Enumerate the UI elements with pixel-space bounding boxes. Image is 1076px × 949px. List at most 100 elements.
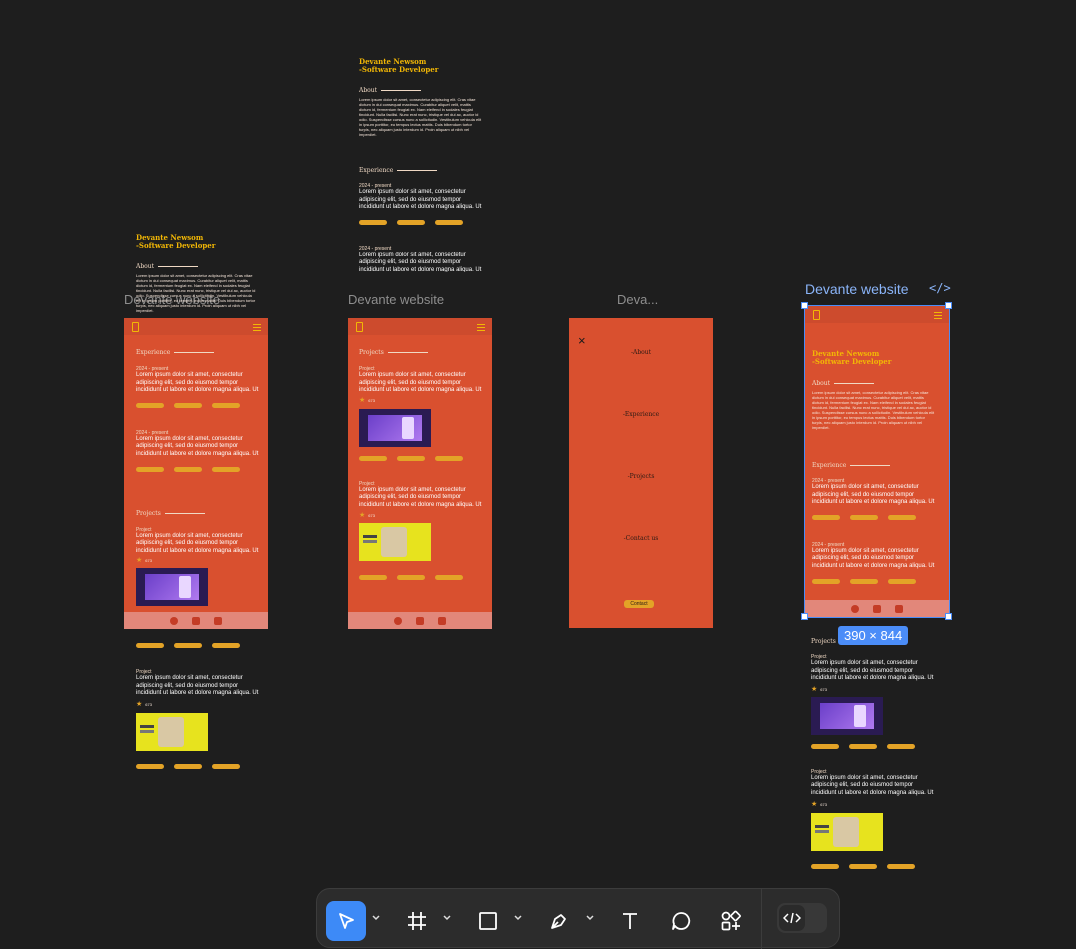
menu-item-about[interactable]: -About	[569, 349, 713, 356]
chevron-down-icon[interactable]	[513, 913, 523, 923]
logo-icon	[356, 322, 363, 332]
menu-item-contact[interactable]: -Contact us	[569, 535, 713, 542]
tag-pills	[359, 574, 483, 580]
frame-label-2[interactable]: Devante website	[348, 292, 444, 307]
body-text: Lorem ipsum dolor sit amet, consectetur …	[136, 532, 259, 554]
body-text: Lorem ipsum dolor sit amet, consectetur …	[359, 189, 482, 211]
experience-title: Experience	[359, 167, 483, 174]
close-icon[interactable]: ×	[578, 334, 586, 347]
body-text: Lorem ipsum dolor sit amet, consectetur …	[136, 372, 259, 394]
body-text: Lorem ipsum dolor sit amet, consectetur …	[359, 251, 482, 272]
star-rating: ★ 673	[136, 700, 152, 708]
tag-pills	[136, 763, 260, 769]
cursor-icon	[339, 913, 354, 929]
selection-outline	[804, 305, 950, 618]
frame-3-menu[interactable]: × -About -Experience -Projects -Contact …	[569, 318, 713, 628]
star-rating: ★ 673	[811, 685, 827, 693]
about-title: About	[359, 87, 483, 94]
tag-pills	[136, 402, 260, 408]
project-thumbnail	[811, 696, 883, 735]
body-text: Lorem ipsum dolor sit amet, consectetur …	[136, 675, 259, 697]
rectangle-tool[interactable]	[468, 901, 508, 941]
rectangle-icon	[479, 912, 497, 930]
project-thumbnail	[811, 812, 883, 851]
chevron-down-icon[interactable]	[585, 913, 595, 923]
frame-2[interactable]: Projects Project Lorem ipsum dolor sit a…	[348, 318, 492, 629]
tag-pills	[811, 743, 935, 749]
dev-mode-toggle[interactable]	[777, 903, 827, 933]
footer-social	[124, 612, 268, 629]
project-thumbnail	[136, 568, 208, 607]
frame-1[interactable]: Experience 2024 - present Lorem ipsum do…	[124, 318, 268, 629]
pen-icon	[551, 914, 566, 929]
comment-icon	[672, 912, 691, 930]
linkedin-icon[interactable]	[438, 616, 446, 625]
move-tool[interactable]	[326, 901, 366, 941]
github-icon[interactable]	[394, 616, 402, 625]
overflow-content-top-1: Devante Newsom -Software Developer About …	[136, 233, 256, 314]
star-rating: ★ 673	[811, 800, 827, 808]
about-text: Lorem ipsum dolor sit amet, consectetur …	[359, 97, 482, 137]
instagram-icon[interactable]	[416, 616, 424, 625]
name-heading: Devante Newsom -Software Developer	[359, 57, 439, 74]
chevron-down-icon[interactable]	[371, 913, 381, 923]
body-text: Lorem ipsum dolor sit amet, consectetur …	[136, 435, 259, 457]
toolbar-divider	[761, 889, 762, 949]
about-title: About	[136, 263, 256, 270]
actions-tool[interactable]	[711, 901, 751, 941]
text-tool[interactable]	[610, 901, 650, 941]
frame-label-3[interactable]: Deva...	[617, 292, 658, 307]
resize-handle-se[interactable]	[945, 613, 952, 620]
projects-title: Projects	[359, 349, 483, 356]
overflow-content-bottom-1: Project Lorem ipsum dolor sit amet, cons…	[136, 643, 260, 769]
menu-item-projects[interactable]: -Projects	[569, 473, 713, 480]
tag-pills	[811, 863, 935, 869]
project-thumbnail	[136, 712, 208, 751]
hamburger-icon[interactable]	[253, 324, 261, 331]
tag-pills	[359, 455, 483, 461]
nav-bar	[348, 318, 492, 335]
menu-item-experience[interactable]: -Experience	[569, 411, 713, 418]
project-thumbnail	[359, 408, 431, 447]
footer-social	[348, 612, 492, 629]
tag-pills	[136, 643, 260, 648]
experience-title: Experience	[136, 349, 260, 356]
frame-icon	[408, 912, 426, 930]
body-text: Lorem ipsum dolor sit amet, consectetur …	[811, 660, 934, 682]
instagram-icon[interactable]	[192, 616, 200, 625]
code-icon[interactable]: </>	[929, 281, 951, 295]
star-rating: ★ 673	[359, 396, 375, 404]
projects-title: Projects	[136, 510, 260, 517]
code-icon	[779, 905, 805, 931]
projects-title: Projects	[811, 638, 836, 645]
pen-tool[interactable]	[539, 901, 579, 941]
star-rating: ★ 673	[359, 511, 375, 519]
resize-handle-nw[interactable]	[801, 302, 808, 309]
frame-label-4[interactable]: Devante website	[805, 281, 909, 297]
comment-tool[interactable]	[661, 901, 701, 941]
project-thumbnail	[359, 522, 431, 561]
tag-pills	[136, 466, 260, 472]
text-icon	[623, 913, 637, 929]
about-text: Lorem ipsum dolor sit amet, consectetur …	[136, 273, 256, 313]
linkedin-icon[interactable]	[214, 616, 222, 625]
overflow-content-bottom-4: Projects Project Lorem ipsum dolor sit a…	[811, 638, 935, 869]
hamburger-icon[interactable]	[477, 324, 485, 331]
resize-handle-sw[interactable]	[801, 613, 808, 620]
body-text: Lorem ipsum dolor sit amet, consectetur …	[359, 486, 482, 508]
chevron-down-icon[interactable]	[442, 913, 452, 923]
body-text: Lorem ipsum dolor sit amet, consectetur …	[359, 372, 482, 394]
shapes-icon	[721, 910, 741, 931]
tag-pills	[359, 219, 483, 225]
bottom-toolbar	[316, 888, 840, 949]
github-icon[interactable]	[170, 616, 178, 625]
logo-icon	[132, 322, 139, 332]
overflow-content-top-2: Devante Newsom -Software Developer About …	[359, 58, 483, 272]
body-text: Lorem ipsum dolor sit amet, consectetur …	[811, 774, 934, 796]
name-heading: Devante Newsom -Software Developer	[136, 233, 216, 250]
frame-tool[interactable]	[397, 901, 437, 941]
star-rating: ★ 673	[136, 557, 152, 565]
contact-button[interactable]: Contact	[624, 600, 654, 608]
resize-handle-ne[interactable]	[945, 302, 952, 309]
nav-bar	[124, 318, 268, 335]
